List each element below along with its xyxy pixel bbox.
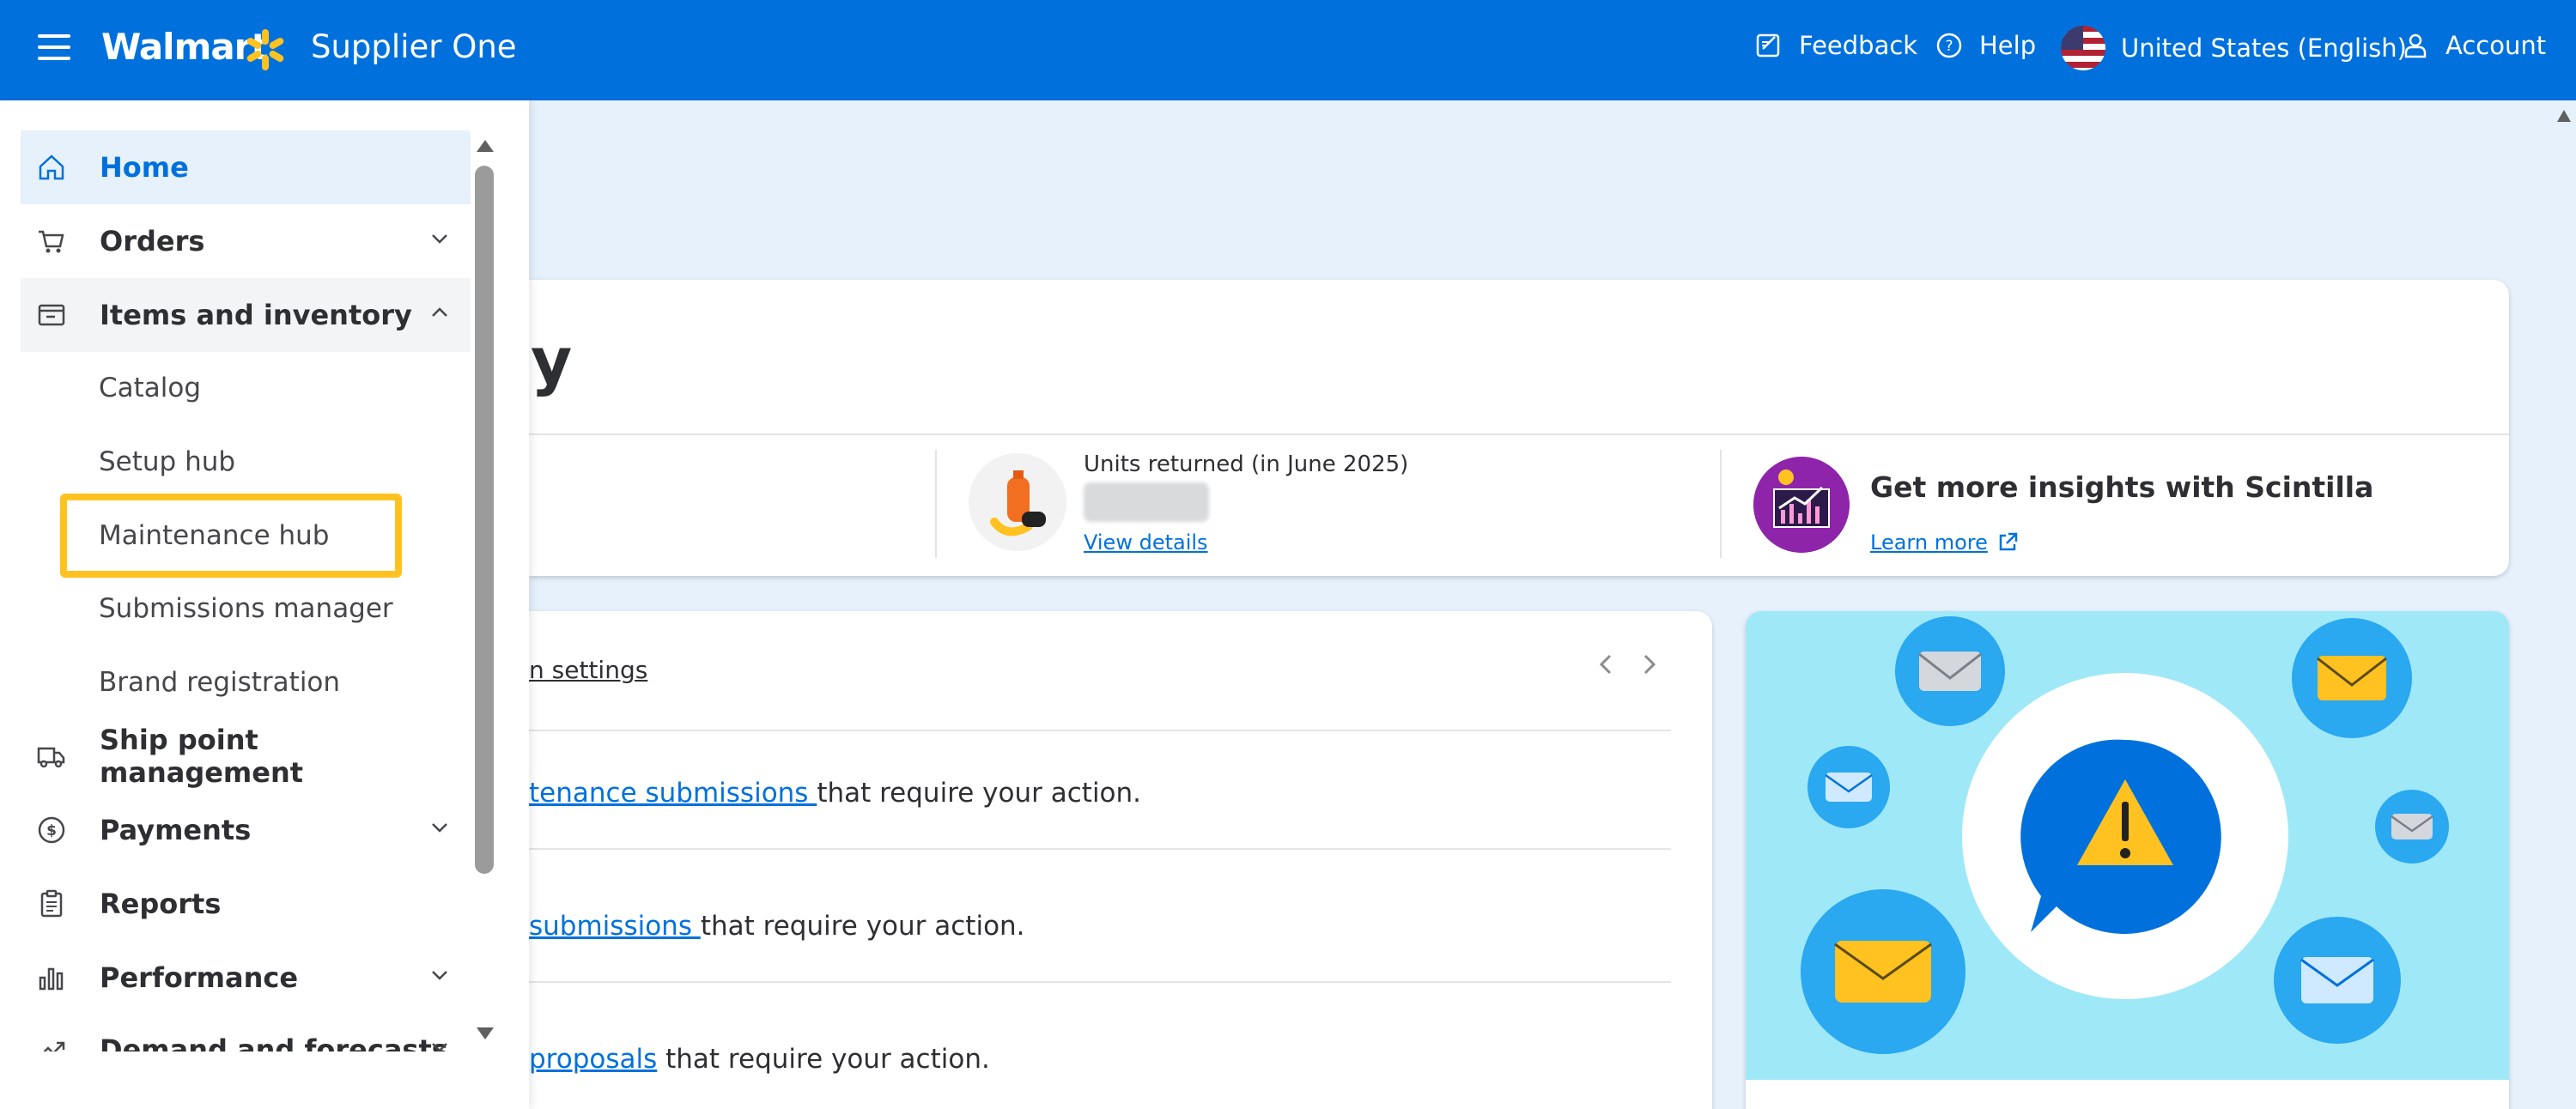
sub-item-submissions-manager[interactable]: Submissions manager [99, 593, 393, 624]
task-text: that require your action. [657, 1044, 990, 1075]
feedback-label: Feedback [1799, 31, 1918, 60]
task-item: proposals that require your action. [529, 1044, 990, 1075]
chevron-up-icon [432, 307, 447, 317]
tasks-card [529, 611, 1712, 1109]
task-item: submissions that require your action. [529, 911, 1025, 942]
nav-item-items-and-inventory[interactable]: Items and inventory [21, 278, 471, 352]
truck-icon [37, 747, 65, 768]
carousel-prev-icon[interactable] [1594, 651, 1618, 678]
nav-item-reports[interactable]: Reports [21, 867, 471, 941]
chevron-down-icon [432, 234, 447, 244]
returned-items-illustration [969, 453, 1066, 551]
alerts-promo-card [1746, 611, 2509, 1109]
sidebar-scroll-down-arrow[interactable] [475, 1025, 495, 1042]
chevron-down-icon [432, 971, 447, 980]
help-button[interactable]: ? Help [1935, 31, 2036, 60]
task-link[interactable]: proposals [529, 1044, 657, 1075]
account-label: Account [2445, 31, 2547, 60]
units-returned-title: Units returned (in June 2025) [1084, 451, 1409, 477]
walmart-spark-icon [246, 29, 284, 70]
overview-card [529, 280, 2509, 576]
us-flag-icon [2061, 26, 2105, 70]
hamburger-menu-icon[interactable] [38, 34, 70, 65]
feedback-button[interactable]: Feedback [1754, 31, 1917, 60]
external-link-icon [1999, 532, 2018, 551]
help-icon: ? [1936, 33, 1962, 58]
sub-item-setup-hub[interactable]: Setup hub [99, 446, 235, 477]
units-returned-value-hidden [1084, 482, 1209, 522]
task-item: tenance submissions that require your ac… [529, 778, 1141, 809]
locale-selector[interactable]: United States (English) [2061, 26, 2407, 70]
scintilla-title: Get more insights with Scintilla [1870, 470, 2374, 504]
cart-icon [39, 230, 64, 253]
view-details-link[interactable]: View details [1084, 530, 1208, 554]
task-text: that require your action. [817, 778, 1142, 809]
product-name: Supplier One [311, 28, 517, 65]
maintenance-hub-highlight [60, 494, 402, 578]
nav-item-performance[interactable]: Performance [21, 941, 471, 1015]
tasks-settings-link[interactable]: n settings [529, 656, 647, 684]
sidebar-scrollbar-thumb[interactable] [475, 166, 494, 874]
chevron-down-icon [432, 823, 447, 833]
clipboard-icon [40, 889, 63, 918]
card-divider [529, 433, 2509, 435]
nav-label: Orders [100, 225, 205, 258]
task-link[interactable]: tenance submissions [529, 778, 817, 809]
sub-item-brand-registration[interactable]: Brand registration [99, 667, 340, 698]
sidebar-bottom-mask [0, 1051, 529, 1109]
svg-text:$: $ [46, 822, 57, 839]
nav-label: Reports [100, 888, 222, 920]
nav-item-payments[interactable]: $ Payments [21, 793, 471, 867]
nav-label: Performance [100, 961, 299, 994]
feedback-icon [1756, 33, 1780, 58]
nav-label: Items and inventory [100, 299, 412, 331]
page-scroll-up-arrow[interactable] [2555, 108, 2573, 124]
home-icon [39, 155, 64, 180]
task-divider [529, 981, 1671, 983]
sidebar-scroll-up-arrow[interactable] [475, 137, 495, 155]
locale-label: United States (English) [2121, 33, 2407, 63]
top-header: Walmart Supplier One Feedback ? Help Uni… [0, 0, 2576, 100]
nav-item-home[interactable]: Home [21, 130, 471, 204]
email-alert-illustration [1801, 616, 2449, 1054]
sub-item-catalog[interactable]: Catalog [99, 373, 201, 403]
account-icon [2404, 33, 2427, 58]
task-divider [529, 848, 1671, 850]
task-link[interactable]: submissions [529, 911, 701, 942]
page-heading-fragment: y [531, 324, 573, 398]
nav-item-ship-point-management[interactable]: Ship point management [21, 719, 471, 793]
dollar-icon: $ [38, 816, 65, 844]
account-button[interactable]: Account [2401, 31, 2546, 60]
scintilla-insights-icon [1753, 457, 1850, 553]
learn-more-label: Learn more [1870, 530, 1988, 554]
bar-chart-icon [39, 967, 64, 991]
metric-divider [935, 450, 937, 558]
carousel-next-icon[interactable] [1637, 651, 1662, 678]
task-text: that require your action. [700, 911, 1025, 942]
nav-label: Ship point management [100, 724, 304, 789]
inventory-icon [38, 304, 65, 326]
learn-more-link[interactable]: Learn more [1870, 530, 2019, 554]
nav-label: Payments [100, 814, 252, 846]
svg-text:?: ? [1945, 38, 1953, 55]
side-navigation: Home Orders Items and inventory Catalog … [0, 100, 529, 1109]
metric-divider [1720, 450, 1722, 558]
task-divider [529, 730, 1671, 731]
nav-item-orders[interactable]: Orders [21, 204, 471, 278]
help-label: Help [1979, 31, 2037, 60]
nav-label: Home [100, 151, 189, 184]
